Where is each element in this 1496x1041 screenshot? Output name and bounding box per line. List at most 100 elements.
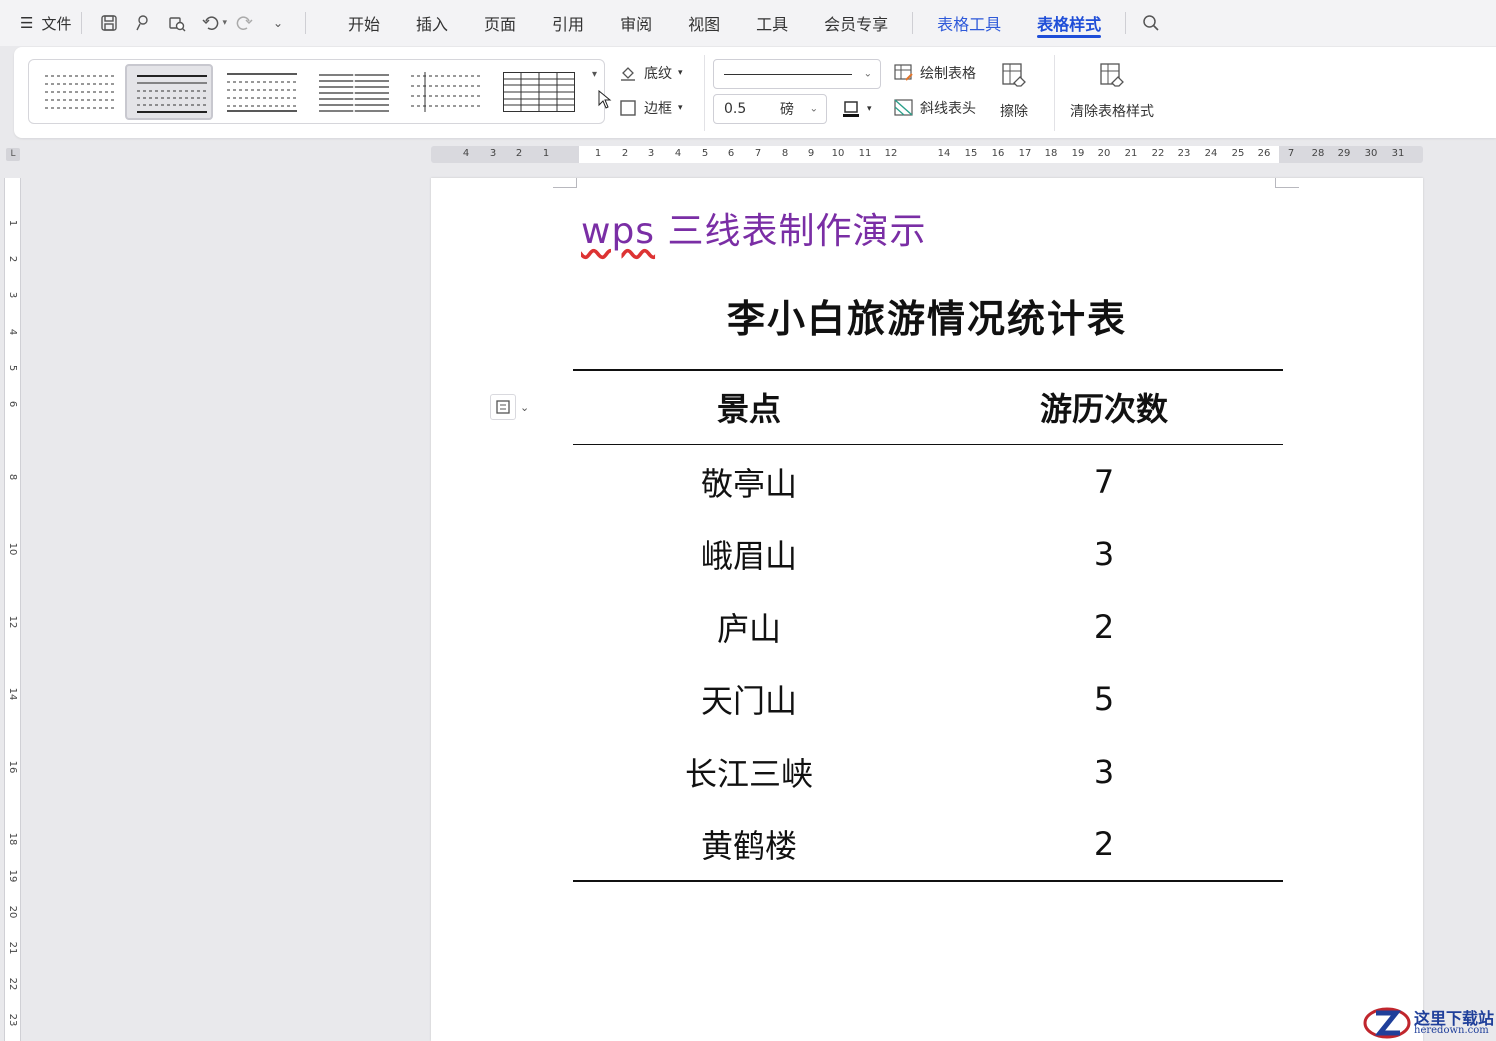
divider: [305, 12, 306, 34]
watermark-url: heredown.com: [1414, 1025, 1489, 1036]
table-style-option[interactable]: [401, 64, 489, 120]
table-cell[interactable]: 5: [1094, 680, 1114, 718]
ruler-tick: 1: [7, 219, 18, 227]
line-width-select[interactable]: 0.5 磅 ⌄: [713, 94, 827, 124]
horizontal-ruler[interactable]: 4 3 2 1 1 2 3 4 5 6 7 8 9 10 11 12 14 15…: [431, 146, 1423, 163]
tab-tools[interactable]: 工具: [738, 0, 806, 46]
print-preview-icon[interactable]: [166, 12, 188, 34]
tab-table-tools[interactable]: 表格工具: [919, 0, 1019, 46]
tab-view[interactable]: 视图: [670, 0, 738, 46]
ruler-tick: 18: [1044, 148, 1058, 159]
crop-mark: [553, 178, 577, 188]
tab-home[interactable]: 开始: [330, 0, 398, 46]
tab-member[interactable]: 会员专享: [806, 0, 906, 46]
tab-insert[interactable]: 插入: [398, 0, 466, 46]
document-heading[interactable]: wps 三线表制作演示: [581, 202, 927, 254]
ruler-tick: 22: [1151, 148, 1165, 159]
ruler-tick: 10: [7, 542, 18, 556]
draw-table-button[interactable]: 绘制表格: [894, 63, 976, 83]
tab-page[interactable]: 页面: [466, 0, 534, 46]
table-style-option[interactable]: [309, 64, 397, 120]
redo-icon[interactable]: [233, 12, 255, 34]
table-header-cell[interactable]: 游历次数: [1040, 384, 1168, 430]
tab-references[interactable]: 引用: [534, 0, 602, 46]
table-cell[interactable]: 峨眉山: [701, 531, 797, 577]
ribbon-tabs: 开始 插入 页面 引用 审阅 视图 工具 会员专享 表格工具 表格样式: [330, 0, 1168, 46]
ruler-corner-tab-selector[interactable]: L: [6, 148, 20, 161]
ruler-tick: 28: [1311, 148, 1325, 159]
shading-button[interactable]: 底纹 ▾: [618, 63, 683, 83]
chevron-down-icon: ▾: [678, 103, 683, 113]
tab-review[interactable]: 审阅: [602, 0, 670, 46]
divider: [912, 12, 914, 34]
ruler-tick: 5: [7, 364, 18, 372]
ribbon-panel: ▾ 底纹 ▾ 边框 ▾ ⌄ 0.5 磅 ⌄ ▾ 绘制表格 斜线表头 擦除 清除表…: [14, 47, 1496, 138]
table-style-option[interactable]: [217, 64, 305, 120]
table-cell[interactable]: 黄鹤楼: [701, 821, 797, 867]
tab-table-style[interactable]: 表格样式: [1019, 0, 1119, 46]
ruler-tick: 8: [7, 473, 18, 481]
table-cell[interactable]: 天门山: [701, 676, 797, 722]
clear-style-label: 清除表格样式: [1070, 104, 1154, 120]
ruler-tick: 2: [621, 148, 629, 159]
table-cell[interactable]: 敬亭山: [701, 459, 797, 505]
table-title[interactable]: 李小白旅游情况统计表: [431, 288, 1423, 343]
draw-table-icon: [894, 63, 914, 83]
border-button[interactable]: 边框 ▾: [618, 98, 683, 118]
table-bottom-rule: [573, 880, 1283, 882]
ruler-tick: 18: [7, 832, 18, 846]
line-width-value: 0.5: [724, 101, 747, 117]
table-cell[interactable]: 2: [1094, 825, 1114, 863]
table-header-cell[interactable]: 景点: [717, 384, 781, 430]
table-cell[interactable]: 3: [1094, 535, 1114, 573]
export-icon[interactable]: [132, 12, 154, 34]
line-style-select[interactable]: ⌄: [713, 59, 881, 89]
vertical-ruler[interactable]: 1 2 3 4 5 6 8 10 12 14 16 18 19 20 21 22…: [4, 178, 21, 1041]
ruler-tick: 14: [937, 148, 951, 159]
table-style-gallery: [28, 59, 605, 124]
line-width-unit: 磅: [780, 102, 794, 118]
erase-button[interactable]: 擦除: [1000, 61, 1028, 121]
undo-icon[interactable]: [200, 12, 222, 34]
table-style-option[interactable]: [35, 64, 123, 120]
table-cell[interactable]: 7: [1094, 463, 1114, 501]
divider: [1054, 55, 1055, 131]
file-menu[interactable]: ☰ 文件: [20, 13, 71, 34]
pen-color-button[interactable]: ▾: [841, 99, 872, 119]
ruler-tick: 11: [858, 148, 872, 159]
table-cell[interactable]: 长江三峡: [685, 749, 813, 795]
chevron-down-icon[interactable]: ⌄: [520, 401, 529, 414]
table-style-three-line-selected[interactable]: [125, 64, 213, 120]
ruler-tick: 12: [7, 615, 18, 629]
chevron-down-icon: ▾: [867, 104, 872, 114]
ruler-tick: 29: [1337, 148, 1351, 159]
paint-bucket-icon: [618, 63, 638, 83]
table-move-icon[interactable]: [490, 394, 516, 420]
ruler-tick: 23: [1177, 148, 1191, 159]
diagonal-header-button[interactable]: 斜线表头: [894, 98, 976, 118]
ruler-tick: 5: [701, 148, 709, 159]
clear-table-style-button[interactable]: 清除表格样式: [1070, 61, 1154, 121]
ruler-tick: 23: [7, 1013, 18, 1027]
draw-table-label: 绘制表格: [920, 66, 976, 82]
ruler-tick: 24: [1204, 148, 1218, 159]
table-layout-handle[interactable]: ⌄: [490, 392, 538, 422]
crop-mark: [1275, 178, 1299, 188]
line-style-preview: [724, 73, 852, 75]
diagonal-header-label: 斜线表头: [920, 101, 976, 117]
table-style-option[interactable]: [493, 64, 581, 120]
ruler-tick: 17: [1018, 148, 1032, 159]
hamburger-icon: ☰: [20, 14, 34, 32]
undo-dropdown-icon[interactable]: ▾: [222, 18, 227, 28]
chevron-down-icon[interactable]: ⌄: [267, 12, 289, 34]
table-cell[interactable]: 2: [1094, 608, 1114, 646]
ruler-tick: 2: [515, 148, 523, 159]
table-cell[interactable]: 3: [1094, 753, 1114, 791]
ruler-tick: 6: [7, 400, 18, 408]
gallery-expand-icon[interactable]: ▾: [592, 69, 606, 89]
document-page[interactable]: wps 三线表制作演示 李小白旅游情况统计表 ⌄ 景点 游历次数 敬亭山 7 峨…: [431, 178, 1423, 1041]
ruler-tick: 14: [7, 687, 18, 701]
search-icon[interactable]: [1140, 12, 1162, 34]
save-icon[interactable]: [98, 12, 120, 34]
table-cell[interactable]: 庐山: [717, 604, 781, 650]
